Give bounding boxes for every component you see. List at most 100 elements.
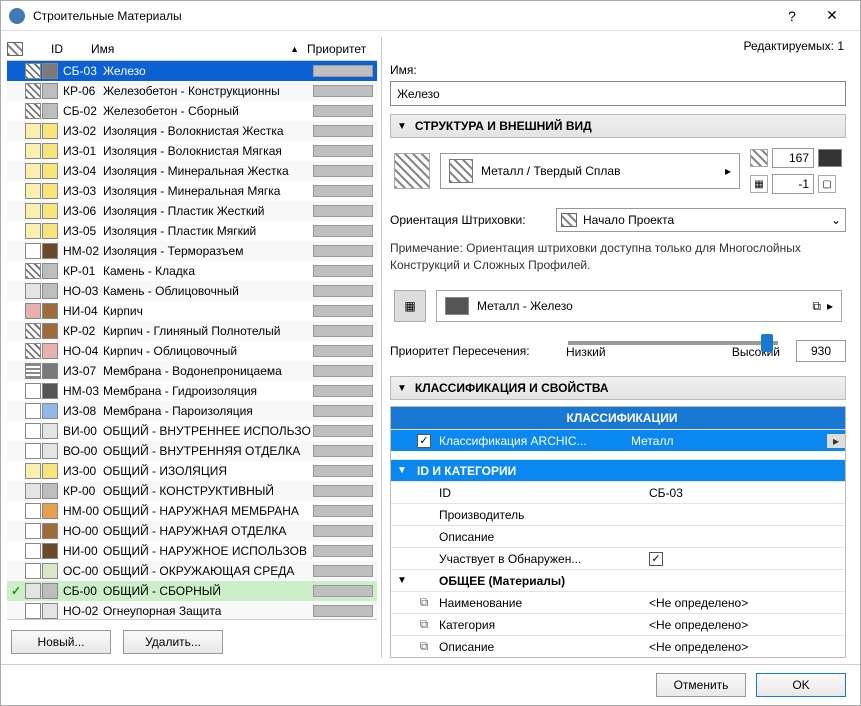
- classification-key[interactable]: Классификация ARCHIC...: [435, 434, 627, 448]
- col-priority[interactable]: Приоритет: [303, 42, 377, 56]
- fg-color-swatch[interactable]: [818, 149, 842, 167]
- delete-button[interactable]: Удалить...: [123, 630, 223, 654]
- hatch-swatch: [25, 503, 41, 519]
- item-id: НО-00: [59, 524, 99, 538]
- class-checkbox[interactable]: ✓: [417, 434, 431, 448]
- item-name: Железо: [99, 64, 313, 78]
- list-item[interactable]: НО-00ОБЩИЙ - НАРУЖНАЯ ОТДЕЛКА: [7, 521, 377, 541]
- prop-id-value[interactable]: СБ-03: [645, 486, 845, 500]
- help-button[interactable]: ?: [772, 8, 812, 24]
- list-item[interactable]: ИЗ-00ОБЩИЙ - ИЗОЛЯЦИЯ: [7, 461, 377, 481]
- prop-cat-value[interactable]: <Не определено>: [645, 618, 845, 632]
- prop-naming-value[interactable]: <Не определено>: [645, 596, 845, 610]
- item-id: ИЗ-04: [59, 164, 99, 178]
- list-item[interactable]: НО-04Кирпич - Облицовочный: [7, 341, 377, 361]
- chevron-right-icon[interactable]: ▸: [827, 434, 845, 448]
- priority-value[interactable]: 930: [796, 340, 846, 362]
- list-item[interactable]: НМ-03Мембрана - Гидроизоляция: [7, 381, 377, 401]
- hatch-swatch: [25, 483, 41, 499]
- priority-slider[interactable]: [568, 341, 778, 345]
- item-id: НМ-03: [59, 384, 99, 398]
- browse-icon[interactable]: ⧉: [812, 299, 821, 314]
- surface-selector[interactable]: Металл - Железо ⧉▸: [436, 290, 842, 322]
- item-id: НИ-04: [59, 304, 99, 318]
- orientation-label: Ориентация Штриховки:: [390, 213, 550, 227]
- list-item[interactable]: КР-01Камень - Кладка: [7, 261, 377, 281]
- list-item[interactable]: НИ-04Кирпич: [7, 301, 377, 321]
- item-priority-bar: [313, 405, 373, 417]
- item-name: ОБЩИЙ - НАРУЖНАЯ МЕМБРАНА: [99, 504, 313, 518]
- sort-asc-icon: ▲: [290, 44, 299, 54]
- list-item[interactable]: ИЗ-03Изоляция - Минеральная Мягка: [7, 181, 377, 201]
- color-swatch: [42, 383, 58, 399]
- list-item[interactable]: СБ-02Железобетон - Сборный: [7, 101, 377, 121]
- screen-icon[interactable]: ▢: [818, 175, 836, 193]
- item-priority-bar: [313, 105, 373, 117]
- hatch-swatch: [25, 83, 41, 99]
- orientation-select[interactable]: Начало Проекта ⌄: [556, 208, 846, 232]
- section-structure[interactable]: ▼ СТРУКТУРА И ВНЕШНИЙ ВИД: [390, 114, 846, 138]
- color-swatch: [42, 63, 58, 79]
- cancel-button[interactable]: Отменить: [656, 673, 746, 697]
- list-item[interactable]: НИ-00ОБЩИЙ - НАРУЖНОЕ ИСПОЛЬЗОВ: [7, 541, 377, 561]
- name-input[interactable]: [390, 81, 846, 106]
- item-id: ИЗ-03: [59, 184, 99, 198]
- color-swatch: [42, 463, 58, 479]
- list-item[interactable]: НО-02Огнеупорная Защита: [7, 601, 377, 620]
- list-item[interactable]: ИЗ-01Изоляция - Волокнистая Мягкая: [7, 141, 377, 161]
- app-icon: [9, 8, 25, 24]
- collapse-icon[interactable]: ▼: [391, 575, 413, 586]
- bg-pen-input[interactable]: [772, 174, 814, 194]
- prop-desc2-value[interactable]: <Не определено>: [645, 640, 845, 654]
- item-name: Кирпич: [99, 304, 313, 318]
- list-item[interactable]: НМ-00ОБЩИЙ - НАРУЖНАЯ МЕМБРАНА: [7, 501, 377, 521]
- list-item[interactable]: ИЗ-05Изоляция - Пластик Мягкий: [7, 221, 377, 241]
- list-item[interactable]: НМ-02Изоляция - Терморазъем: [7, 241, 377, 261]
- fg-pen-input[interactable]: [772, 148, 814, 168]
- color-swatch: [42, 303, 58, 319]
- hatch-swatch: [25, 183, 41, 199]
- classification-value[interactable]: Металл: [627, 434, 827, 448]
- window-title: Строительные Материалы: [33, 9, 772, 23]
- col-id[interactable]: ID: [47, 42, 87, 56]
- list-item[interactable]: ВИ-00ОБЩИЙ - ВНУТРЕННЕЕ ИСПОЛЬЗО: [7, 421, 377, 441]
- item-priority-bar: [313, 325, 373, 337]
- materials-list[interactable]: СБ-03ЖелезоКР-06Железобетон - Конструкци…: [7, 61, 377, 620]
- new-button[interactable]: Новый...: [11, 630, 111, 654]
- item-name: Мембрана - Гидроизоляция: [99, 384, 313, 398]
- fg-pen-icon: [750, 149, 768, 167]
- hatch-filter-icon[interactable]: [7, 42, 23, 56]
- list-item[interactable]: НО-03Камень - Облицовочный: [7, 281, 377, 301]
- list-item[interactable]: СБ-03Железо: [7, 61, 377, 81]
- list-item[interactable]: КР-00ОБЩИЙ - КОНСТРУКТИВНЫЙ: [7, 481, 377, 501]
- color-swatch: [42, 483, 58, 499]
- item-id: КР-00: [59, 484, 99, 498]
- detect-checkbox[interactable]: ✓: [649, 552, 663, 566]
- collapse-icon[interactable]: ▼: [391, 465, 413, 476]
- classifications-header: КЛАССИФИКАЦИИ: [391, 407, 845, 429]
- list-item[interactable]: ИЗ-02Изоляция - Волокнистая Жестка: [7, 121, 377, 141]
- list-item[interactable]: ИЗ-04Изоляция - Минеральная Жестка: [7, 161, 377, 181]
- item-priority-bar: [313, 285, 373, 297]
- list-item[interactable]: ВО-00ОБЩИЙ - ВНУТРЕННЯЯ ОТДЕЛКА: [7, 441, 377, 461]
- slider-handle[interactable]: [761, 334, 773, 352]
- list-item[interactable]: ИЗ-08Мембрана - Пароизоляция: [7, 401, 377, 421]
- col-name[interactable]: Имя▲: [87, 42, 303, 56]
- list-item[interactable]: ОС-00ОБЩИЙ - ОКРУЖАЮЩАЯ СРЕДА: [7, 561, 377, 581]
- ok-button[interactable]: OK: [756, 673, 846, 697]
- hatch-swatch: [25, 563, 41, 579]
- color-swatch: [42, 363, 58, 379]
- hatch-swatch: [25, 523, 41, 539]
- list-item[interactable]: КР-02Кирпич - Глиняный Полнотелый: [7, 321, 377, 341]
- item-name: ОБЩИЙ - НАРУЖНОЕ ИСПОЛЬЗОВ: [99, 544, 313, 558]
- list-item[interactable]: ИЗ-07Мембрана - Водонепроницаема: [7, 361, 377, 381]
- item-name: Изоляция - Волокнистая Жестка: [99, 124, 313, 138]
- chevron-down-icon: ⌄: [831, 213, 841, 227]
- section-classification[interactable]: ▼ КЛАССИФИКАЦИЯ И СВОЙСТВА: [390, 376, 846, 400]
- list-item[interactable]: ✓СБ-00ОБЩИЙ - СБОРНЫЙ: [7, 581, 377, 601]
- list-item[interactable]: КР-06Железобетон - Конструкционны: [7, 81, 377, 101]
- fill-type-selector[interactable]: Металл / Твердый Сплав ▸: [440, 153, 740, 189]
- list-item[interactable]: ИЗ-06Изоляция - Пластик Жесткий: [7, 201, 377, 221]
- checkmark-icon: ✓: [7, 584, 25, 598]
- close-button[interactable]: ✕: [812, 7, 852, 24]
